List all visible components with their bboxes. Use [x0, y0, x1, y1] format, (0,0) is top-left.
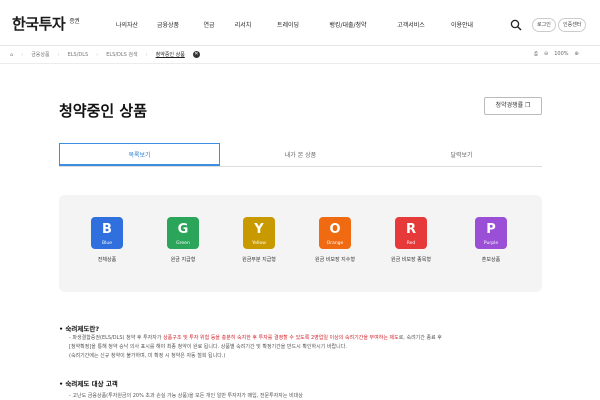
- chevron-right-icon: ›: [21, 51, 24, 58]
- category-icon: Y Yellow: [243, 217, 275, 249]
- zoom-in-icon[interactable]: ⊕: [575, 51, 579, 57]
- breadcrumb: ⌂ › 금융상품 › ELS/DLS › ELS/DLS 검색 › 청약중인 상…: [10, 51, 200, 58]
- nav-item-products[interactable]: 금융상품: [142, 20, 194, 29]
- section-title-text: 숙려제도란?: [65, 325, 100, 333]
- breadcrumb-bar: ⌂ › 금융상품 › ELS/DLS › ELS/DLS 검색 › 청약중인 상…: [0, 46, 600, 64]
- breadcrumb-item-els-dls[interactable]: ELS/DLS: [68, 52, 89, 58]
- category-word: Purple: [483, 241, 499, 246]
- category-word: Red: [406, 241, 416, 246]
- category-letter: Y: [254, 222, 264, 237]
- category-icon: O Orange: [319, 217, 351, 249]
- nav-item-research[interactable]: 리서치: [224, 20, 262, 29]
- top-header: 한국투자 증권 나의자산 금융상품 연금 리서치 트레이딩 뱅킹/대출/청약 고객…: [0, 0, 600, 46]
- company-logo[interactable]: 한국투자 증권: [12, 13, 80, 34]
- home-icon[interactable]: ⌂: [10, 52, 13, 58]
- section-title-target: • 숙려제도 대상 고객: [59, 380, 118, 388]
- category-label: 원금 비보장 종목형: [391, 257, 431, 263]
- category-word: Blue: [102, 241, 112, 246]
- note-line: [청약확정]을 통해 청약 승낙 의사 표시를 해야 최종 청약이 완료 됩니다…: [69, 344, 347, 350]
- cooling-off-description: - 파생결합증권(ELS/DLS) 청약 후 투자자가 상품구조 및 투자 위험…: [69, 334, 541, 361]
- section-title-text: 숙려제도 대상 고객: [65, 380, 118, 388]
- note-text: 로, 숙려기간 종료 후: [398, 335, 442, 341]
- category-icon: B Blue: [91, 217, 123, 249]
- category-label: 전체상품: [97, 257, 117, 263]
- category-word: Yellow: [252, 241, 266, 246]
- view-tabs: 목록보기 내가 본 상품 달력보기: [59, 143, 542, 167]
- category-icon: R Red: [395, 217, 427, 249]
- nav-item-pension[interactable]: 연금: [194, 20, 224, 29]
- nav-item-customer-service[interactable]: 고객서비스: [382, 20, 440, 29]
- category-purple[interactable]: P Purple 혼보상품: [469, 217, 513, 263]
- category-green[interactable]: G Green 원금 지급형: [161, 217, 205, 263]
- note-line: - 파생결합증권(ELS/DLS) 청약 후 투자자가 상품구조 및 투자 위험…: [69, 334, 541, 343]
- category-letter: R: [405, 222, 416, 237]
- category-label: 원금 비보장 지수형: [315, 257, 355, 263]
- category-letter: B: [102, 222, 112, 237]
- note-line: (숙려기간에는 신규 청약이 불가하며, 미 확정 시 청약은 자동 철회 됩니…: [69, 353, 226, 359]
- category-word: Green: [176, 241, 190, 246]
- category-icon: G Green: [167, 217, 199, 249]
- chevron-right-icon: ›: [145, 51, 148, 58]
- category-orange[interactable]: O Orange 원금 비보장 지수형: [313, 217, 357, 263]
- subscription-rate-button[interactable]: 청약경쟁률 ❐: [484, 97, 542, 115]
- zoom-out-icon[interactable]: ⊖: [544, 51, 548, 57]
- nav-item-assets[interactable]: 나의자산: [112, 20, 142, 29]
- cert-center-button[interactable]: 인증센터: [558, 18, 587, 32]
- search-icon[interactable]: [510, 19, 522, 31]
- category-label: 원금 지급형: [170, 257, 196, 263]
- category-letter: G: [177, 222, 189, 237]
- zoom-level: 100%: [554, 51, 569, 57]
- category-word: Orange: [326, 241, 344, 246]
- category-blue[interactable]: B Blue 전체상품: [85, 217, 129, 263]
- chevron-right-icon: ›: [57, 51, 60, 58]
- target-description: - 고난도 금융상품(투자원금의 20% 초과 손실 가능 상품)을 모든 개인…: [69, 392, 541, 400]
- nav-item-banking[interactable]: 뱅킹/대출/청약: [314, 20, 382, 29]
- tab-recently-viewed[interactable]: 내가 본 상품: [220, 143, 381, 166]
- logo-sub-text: 증권: [69, 18, 80, 25]
- tab-list-view[interactable]: 목록보기: [59, 143, 220, 166]
- breadcrumb-item-products[interactable]: 금융상품: [31, 51, 49, 58]
- print-icon[interactable]: ⎙: [534, 51, 538, 57]
- page-title: 청약중인 상품: [59, 102, 148, 120]
- close-icon[interactable]: ✕: [192, 51, 200, 58]
- login-button[interactable]: 로그인: [532, 18, 556, 32]
- chevron-right-icon: ›: [96, 51, 99, 58]
- page-tools: ⎙ ⊖ 100% ⊕: [534, 51, 579, 57]
- note-line: - 고난도 금융상품(투자원금의 20% 초과 손실 가능 상품)을 모든 개인…: [69, 393, 303, 399]
- nav-item-trading[interactable]: 트레이딩: [262, 20, 314, 29]
- section-title-cooling-off: • 숙려제도란?: [59, 325, 100, 333]
- category-letter: P: [486, 222, 496, 237]
- main-nav: 나의자산 금융상품 연금 리서치 트레이딩 뱅킹/대출/청약 고객서비스 이용안…: [112, 20, 484, 29]
- product-category-panel: B Blue 전체상품 G Green 원금 지급형 Y Yellow 원금부분…: [59, 195, 542, 292]
- logo-text: 한국투자: [12, 15, 66, 33]
- note-highlight: 상품구조 및 투자 위험 등을 충분히 숙지한 후 투자를 결정할 수 있도록 …: [163, 335, 399, 341]
- category-yellow[interactable]: Y Yellow 원금부분 지급형: [237, 217, 281, 263]
- tab-calendar-view[interactable]: 달력보기: [381, 143, 542, 166]
- category-label: 원금부분 지급형: [242, 257, 276, 263]
- breadcrumb-item-els-search[interactable]: ELS/DLS 검색: [106, 51, 137, 58]
- category-red[interactable]: R Red 원금 비보장 종목형: [389, 217, 433, 263]
- nav-item-guide[interactable]: 이용안내: [440, 20, 484, 29]
- note-text: - 파생결합증권(ELS/DLS) 청약 후 투자자가: [69, 335, 164, 341]
- category-icon: P Purple: [475, 217, 507, 249]
- category-letter: O: [329, 222, 341, 237]
- category-label: 혼보상품: [481, 257, 501, 263]
- breadcrumb-item-current[interactable]: 청약중인 상품: [156, 51, 185, 58]
